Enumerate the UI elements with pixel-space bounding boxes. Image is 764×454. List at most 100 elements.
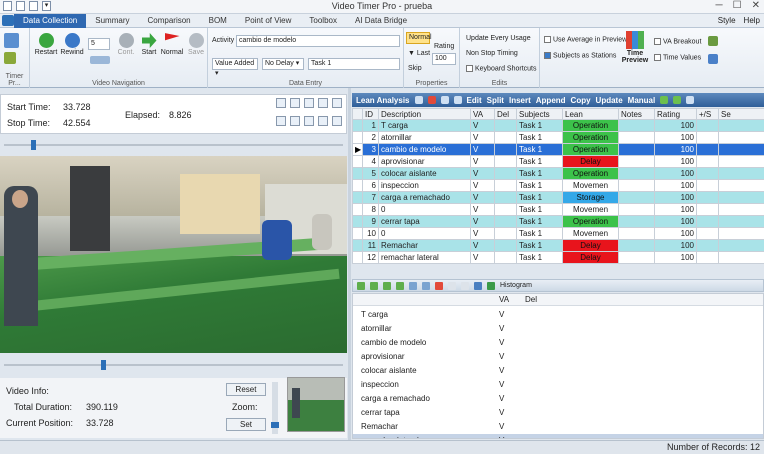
cell-description[interactable]: T carga [378,119,471,132]
copy-icon[interactable] [461,281,469,290]
cell-notes[interactable] [618,143,655,156]
cell-description[interactable]: 0 [378,227,471,240]
table-row[interactable]: 11 Remachar V Task 1 Delay 100 [352,239,764,252]
cell-lean[interactable]: Operation [562,143,619,156]
table-row[interactable]: ▶ 3 cambio de modelo V Task 1 Operation 100 [352,143,764,156]
cell-rating[interactable]: 100 [654,191,697,204]
cell-subjects[interactable]: Task 1 [516,155,563,168]
cell-plus-s[interactable] [696,191,719,204]
save-time-button[interactable]: Save [185,33,207,56]
cell-del[interactable] [494,215,517,228]
grid-icon[interactable] [290,98,300,108]
arrow-up-icon[interactable] [660,96,669,104]
cell-subjects[interactable]: Task 1 [516,239,563,252]
settings-icon[interactable] [708,54,718,65]
link-icon[interactable] [474,281,482,290]
cell-del[interactable] [494,227,517,240]
cell-se[interactable] [718,191,764,204]
cell-rating[interactable]: 100 [654,203,697,216]
manual-button[interactable]: Manual [628,96,656,105]
cell-va[interactable]: V [470,239,495,252]
table-row[interactable]: 9 cerrar tapa V Task 1 Operation 100 [352,215,764,228]
cell-id[interactable]: 10 [362,227,379,240]
split-button[interactable]: Split [487,96,504,105]
histogram-button[interactable]: Histogram [500,282,532,289]
table-row[interactable]: 10 0 V Task 1 Movemen 100 [352,227,764,240]
keyboard-checkbox[interactable] [466,65,473,72]
column-header-subjects[interactable]: Subjects [516,108,563,120]
cell-notes[interactable] [618,239,655,252]
step-field[interactable]: 5 [88,38,110,50]
cell-del[interactable] [494,179,517,192]
table-row[interactable]: 8 0 V Task 1 Movemen 100 [352,203,764,216]
tab-point-of-view[interactable]: Point of View [236,14,301,28]
cell-notes[interactable] [618,227,655,240]
zoom-slider-thumb[interactable] [271,422,279,428]
cell-lean[interactable]: Delay [562,155,619,168]
update-button[interactable]: Update [596,96,623,105]
split-icon[interactable] [318,98,328,108]
cell-se[interactable] [718,251,764,264]
reset-button[interactable]: Reset [226,383,266,396]
cell-description[interactable]: Remachar [378,239,471,252]
table-row[interactable]: 4 aprovisionar V Task 1 Delay 100 [352,155,764,168]
time-values-checkbox[interactable] [654,54,661,61]
cell-del[interactable] [494,119,517,132]
cell-plus-s[interactable] [696,155,719,168]
tab-data-collection[interactable]: Data Collection [14,14,87,28]
column-header-description[interactable]: Description [378,108,471,120]
list-item[interactable]: aprovisionar V [353,350,763,364]
cell-rating[interactable]: 100 [654,239,697,252]
cell-rating[interactable]: 100 [654,215,697,228]
bottom-time-slider[interactable] [0,359,347,371]
cell-plus-s[interactable] [696,239,719,252]
cell-id[interactable]: 2 [362,131,379,144]
rewind-button[interactable]: Rewind [60,33,84,56]
cell-va[interactable]: V [470,227,495,240]
column-header-id[interactable]: ID [362,108,379,120]
slider-thumb[interactable] [30,140,36,150]
cell-notes[interactable] [618,251,655,264]
cell-id[interactable]: 9 [362,215,379,228]
help-menu[interactable]: Help [744,16,760,25]
cell-rating[interactable]: 100 [654,167,697,180]
cell-se[interactable] [718,215,764,228]
tools-icon[interactable] [708,36,718,47]
arrow-right-icon[interactable] [370,281,378,290]
cell-rating[interactable]: 100 [654,143,697,156]
cell-id[interactable]: 3 [362,143,379,156]
column-header-notes[interactable]: Notes [618,108,655,120]
tab-bom[interactable]: BOM [200,14,236,28]
cell-notes[interactable] [618,119,655,132]
cell-del[interactable] [494,167,517,180]
subjects-checkbox[interactable] [544,52,551,59]
time-values-option[interactable]: Time Values [654,54,701,61]
style-menu[interactable]: Style [718,16,736,25]
minimize-icon[interactable]: ─ [716,0,723,11]
cell-id[interactable]: 1 [362,119,379,132]
cell-se[interactable] [718,227,764,240]
slider-thumb[interactable] [100,360,106,370]
normal-toggle[interactable]: Normal [406,32,432,44]
cell-va[interactable]: V [470,215,495,228]
arrow-up-icon[interactable] [383,281,391,290]
cell-subjects[interactable]: Task 1 [516,215,563,228]
cell-description[interactable]: aprovisionar [378,155,471,168]
cell-se[interactable] [718,167,764,180]
cell-lean[interactable]: Operation [562,131,619,144]
info-icon[interactable] [332,116,342,126]
cell-va[interactable]: V [470,251,495,264]
table-row[interactable]: 2 atornillar V Task 1 Operation 100 [352,131,764,144]
cell-description[interactable]: colocar aislante [378,167,471,180]
use-average-option[interactable]: Use Average in Preview [544,36,627,43]
export-icon[interactable] [422,281,430,290]
cell-del[interactable] [494,239,517,252]
document-icon[interactable] [448,281,456,290]
cell-va[interactable]: V [470,143,495,156]
cell-description[interactable]: remachar lateral [378,251,471,264]
cell-rating[interactable]: 100 [654,251,697,264]
cell-notes[interactable] [618,203,655,216]
restart-button[interactable]: Restart [34,33,58,56]
cell-lean[interactable]: Storage [562,191,619,204]
non-stop-timing[interactable]: Non Stop Timing [466,50,518,57]
